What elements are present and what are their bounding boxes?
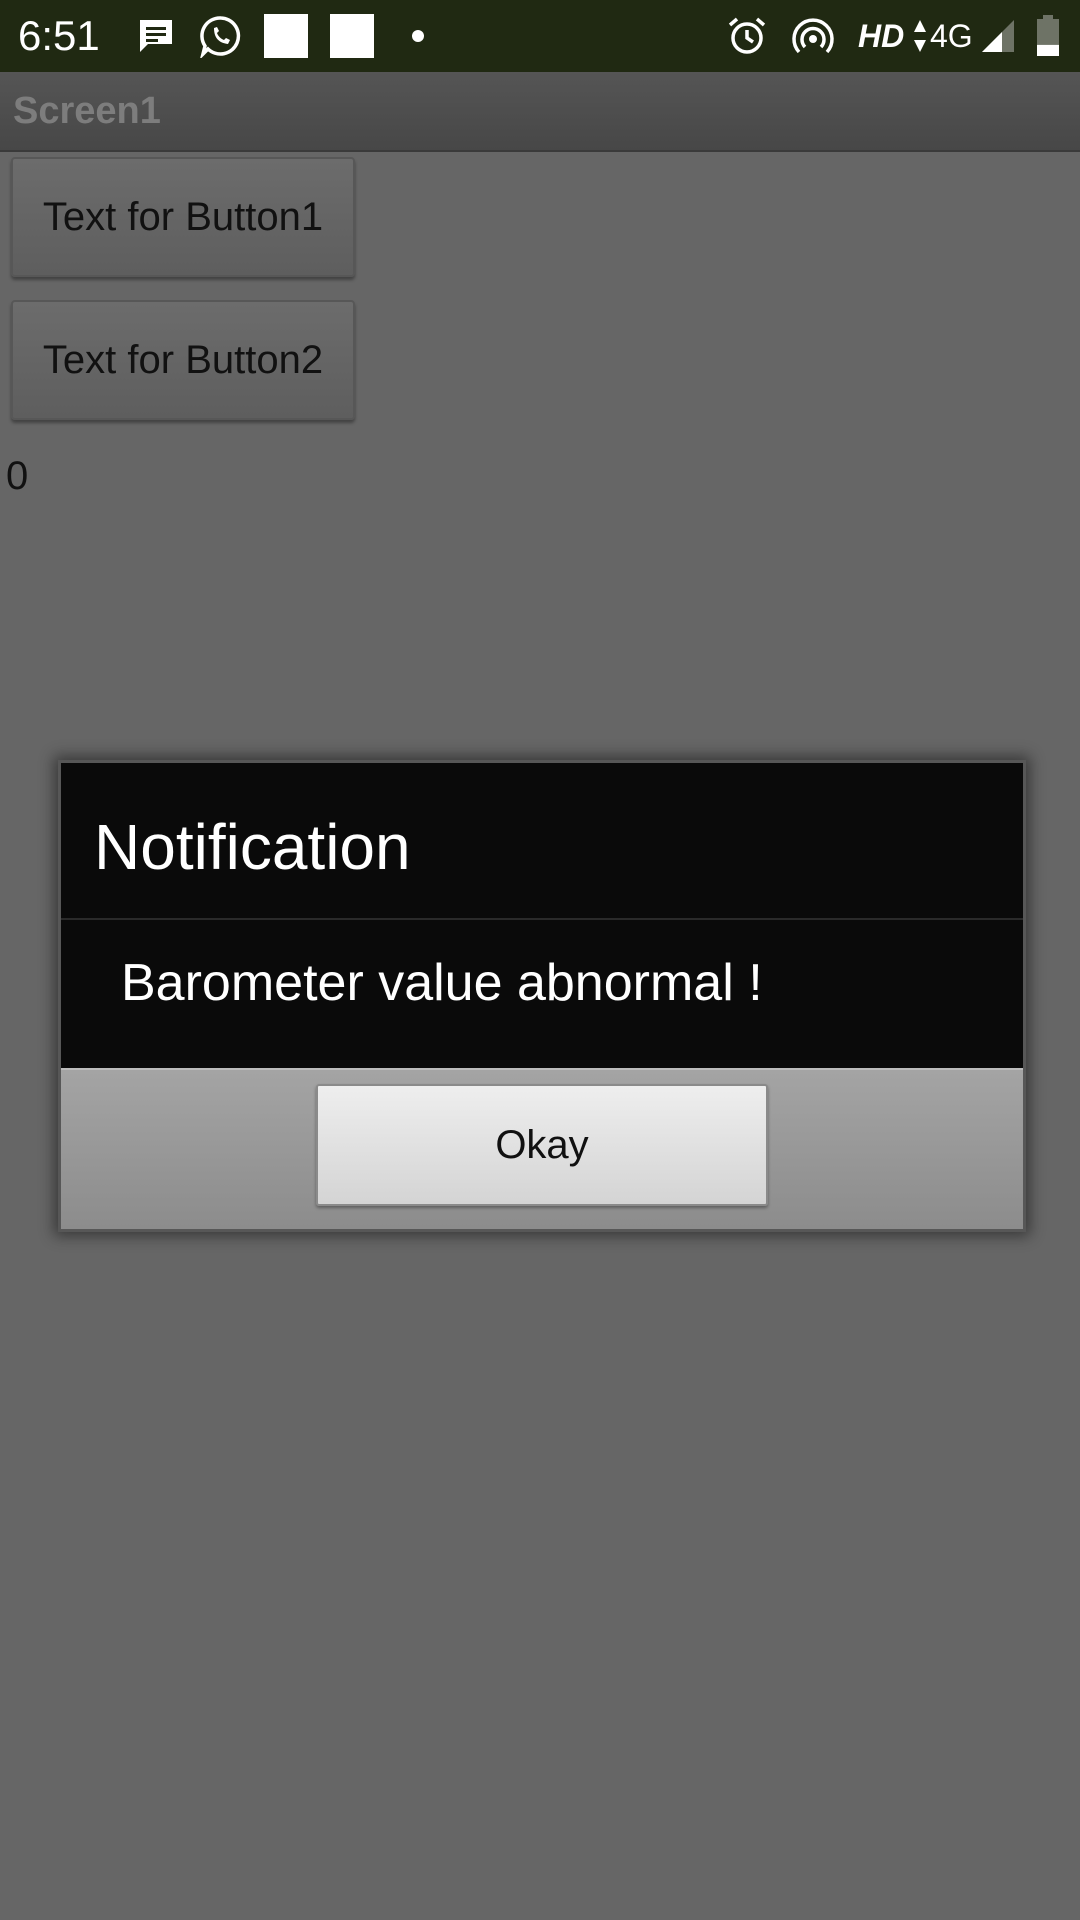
hotspot-icon [792, 18, 834, 54]
counter-label: 0 [6, 454, 29, 498]
notification-square-icon [330, 14, 374, 58]
message-icon [140, 20, 172, 52]
screen-title: Screen1 [13, 90, 161, 132]
dialog-title: Notification [94, 811, 411, 883]
notification-square-icon [264, 14, 308, 58]
data-arrows-icon [914, 20, 926, 52]
app-title-bar: Screen1 [0, 72, 1080, 152]
more-notifications-dot-icon [412, 30, 424, 42]
battery-icon [1037, 15, 1059, 56]
dialog-button-bar: Okay [61, 1068, 1023, 1229]
status-bar: 6:51 HD 4G [0, 0, 1080, 72]
network-type-label: 4G [930, 18, 973, 54]
dialog-divider [61, 918, 1023, 920]
signal-icon [982, 20, 1014, 52]
whatsapp-icon [200, 16, 241, 58]
hd-indicator: HD [858, 18, 905, 54]
dialog-message: Barometer value abnormal ! [121, 954, 763, 1012]
status-time: 6:51 [18, 12, 100, 59]
notification-dialog: Notification Barometer value abnormal ! … [58, 760, 1026, 1232]
alarm-icon [728, 17, 766, 54]
okay-button[interactable]: Okay [316, 1084, 768, 1206]
button-2[interactable]: Text for Button2 [11, 300, 355, 420]
button-1[interactable]: Text for Button1 [11, 157, 355, 277]
